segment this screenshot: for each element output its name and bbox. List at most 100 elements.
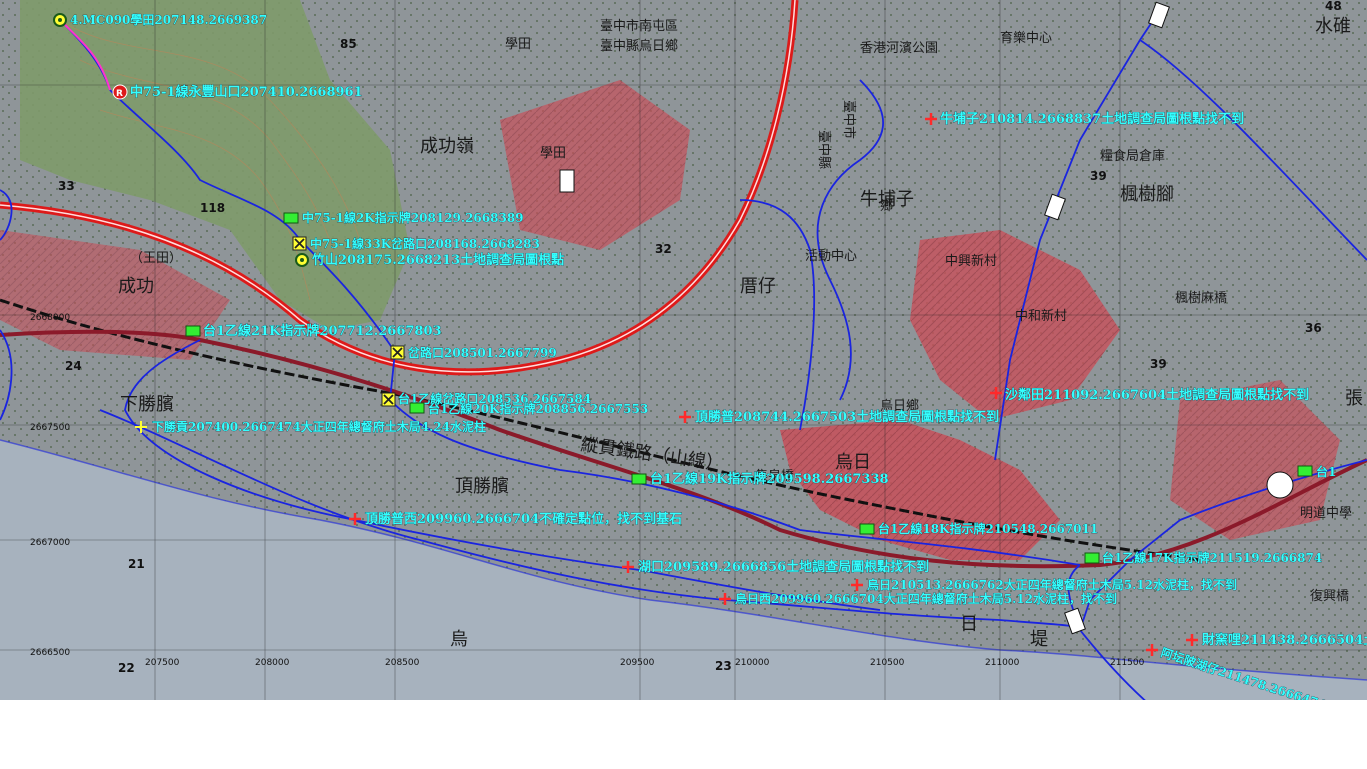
marker-label: 中75-1線永豐山口207410.2668961	[130, 84, 363, 100]
topo-yuxiu: 育樂中心	[1000, 30, 1052, 46]
topographic-map[interactable]: 學田 學田 成功嶺 成功 （王田） 厝仔 下勝臏 頂勝臏 烏日 牛埔子 縱貫鐵路…	[0, 0, 1367, 700]
topo-wu: 烏	[450, 629, 468, 650]
marker-mc090[interactable]: 4.MC090學田207148.2669387	[53, 12, 267, 27]
topo-nanqu: 臺中市南屯區	[600, 18, 678, 34]
svg-text:48: 48	[1325, 0, 1342, 13]
marker-mm-tai1-17[interactable]: 台1乙線17K指示牌211519.2666874	[1084, 550, 1323, 565]
topo-wuri-xiang-alt: 鄉	[880, 198, 893, 214]
topo-xuetian-mid: 學田	[540, 146, 566, 161]
milepost-icon	[1297, 465, 1313, 477]
svg-text:2666500: 2666500	[30, 648, 70, 658]
marker-zhushan[interactable]: 竹山208175.2668213土地調查局圖根點	[295, 252, 564, 268]
marker-x-chalu[interactable]: 岔路口208501.2667799	[390, 345, 557, 360]
marker-label: 竹山208175.2668213土地調查局圖根點	[311, 252, 564, 268]
marker-label: 頂勝普208744.2667503土地調查局圖根點找不到	[695, 409, 999, 425]
topo-xuetian-top: 學田	[505, 37, 531, 52]
milepost-icon	[409, 402, 425, 414]
svg-text:39: 39	[1150, 357, 1167, 371]
marker-niupu[interactable]: 牛埔子210814.2668837土地調查局圖根點找不到	[925, 111, 1244, 127]
marker-label: 烏日210513.2666762大正四年總督府土木局5.12水泥柱，找不到	[867, 577, 1237, 592]
marker-wuri-west[interactable]: 烏日西209960.2666704大正四年總督府土木局5.12水泥柱，找不到	[719, 591, 1117, 606]
marker-label: 台1乙線17K指示牌211519.2666874	[1102, 550, 1322, 565]
topo-xiashengpi: 下勝臏	[120, 394, 174, 415]
marker-xiashengpi[interactable]: 下勝貢207400.2667474大正四年總督府土木局4.24水泥柱	[135, 419, 486, 434]
topo-chenggong-ling: 成功嶺	[420, 136, 474, 157]
marker-label: 牛埔子210814.2668837土地調查局圖根點找不到	[940, 111, 1244, 127]
topo-wuri: 烏日	[835, 452, 871, 473]
topo-fengshujiao: 楓樹腳	[1120, 184, 1174, 205]
svg-text:24: 24	[65, 359, 82, 373]
marker-label: 台1	[1316, 464, 1336, 479]
svg-text:118: 118	[200, 201, 225, 215]
topo-taizhong-city: 臺中市	[841, 100, 857, 139]
marker-label: 中75-1線2K指示牌208129.2668389	[302, 210, 524, 225]
milepost-icon	[283, 212, 299, 224]
marker-label: 湖口209589.2666856土地調查局圖根點找不到	[638, 559, 929, 575]
marker-label: 4.MC090學田207148.2669387	[70, 12, 267, 27]
svg-text:36: 36	[1305, 321, 1322, 335]
svg-text:211500: 211500	[1110, 658, 1145, 668]
topo-fengshuqiao: 楓樹麻橋	[1175, 291, 1227, 306]
topo-shuibi: 水碓	[1315, 16, 1351, 37]
marker-mm-tai1-21[interactable]: 台1乙線21K指示牌207712.2667803	[185, 323, 442, 339]
marker-mm-tai1-20[interactable]: 台1乙線20K指示牌208856.2667553	[409, 401, 649, 416]
marker-label: 台1乙線20K指示牌208856.2667553	[428, 401, 648, 416]
topo-taizhong-county: 臺中縣	[816, 130, 831, 169]
svg-text:23: 23	[715, 659, 732, 673]
svg-text:2668000: 2668000	[30, 313, 70, 323]
marker-mm-tai1-19[interactable]: 台1乙線19K指示牌209598.2667338	[631, 471, 889, 487]
marker-mm75-1[interactable]: 中75-1線2K指示牌208129.2668389	[283, 210, 524, 225]
marker-r75-1[interactable]: R 中75-1線永豐山口207410.2668961	[112, 84, 363, 100]
topo-mingyuan: 明道中學	[1300, 506, 1352, 521]
topo-ri: 日	[960, 614, 978, 635]
marker-x75-1[interactable]: 中75-1線33K岔路口208168.2668283	[292, 236, 540, 251]
svg-text:39: 39	[1090, 169, 1107, 183]
topo-zhonghe: 中和新村	[1015, 308, 1067, 324]
marker-label: 烏日西209960.2666704大正四年總督府土木局5.12水泥柱，找不到	[735, 591, 1117, 606]
marker-label: 下勝貢207400.2667474大正四年總督府土木局4.24水泥柱	[152, 419, 486, 434]
topo-fushijie: 復興橋	[1310, 588, 1349, 604]
marker-label: 台1乙線21K指示牌207712.2667803	[203, 323, 442, 339]
marker-label: 頂勝普西209960.2666704不確定點位，找不到基石	[365, 511, 682, 527]
marker-shatian[interactable]: 沙鄰田211092.2667604土地調查局圖根點找不到	[990, 387, 1309, 403]
svg-text:210000: 210000	[735, 658, 770, 668]
marker-label: 台1乙線19K指示牌209598.2667338	[650, 471, 889, 487]
svg-text:209500: 209500	[620, 658, 655, 668]
svg-text:22: 22	[118, 661, 135, 675]
svg-text:R: R	[116, 89, 123, 99]
marker-mm-tai1-18[interactable]: 台1乙線18K指示牌210548.2667011	[859, 521, 1099, 536]
marker-hukou[interactable]: 湖口209589.2666856土地調查局圖根點找不到	[622, 559, 929, 575]
marker-dingshengpu-west[interactable]: 頂勝普西209960.2666704不確定點位，找不到基石	[349, 511, 682, 527]
marker-label: 沙鄰田211092.2667604土地調查局圖根點找不到	[1005, 387, 1309, 403]
svg-text:32: 32	[655, 242, 672, 256]
topo-changqiao: 張	[1345, 388, 1363, 409]
topo-huowan: 活動中心	[805, 249, 857, 264]
marker-wuri[interactable]: 烏日210513.2666762大正四年總督府土木局5.12水泥柱，找不到	[851, 577, 1237, 592]
marker-label: 財窯哩211438.2666504土	[1201, 632, 1367, 648]
topo-dingshengpi: 頂勝臏	[455, 476, 509, 497]
svg-text:85: 85	[340, 37, 357, 51]
highway-shield-icon	[559, 169, 575, 193]
svg-text:33: 33	[58, 179, 75, 193]
milepost-icon	[1084, 552, 1100, 564]
milepost-icon	[185, 325, 201, 337]
marker-label: 中75-1線33K岔路口208168.2668283	[310, 236, 540, 251]
svg-text:211000: 211000	[985, 658, 1020, 668]
topo-tu: 堤	[1030, 629, 1048, 650]
topo-wuri-south: 臺中縣烏日鄉	[600, 38, 678, 54]
topo-xiangshi: 香港河濱公園	[860, 41, 938, 56]
svg-text:208500: 208500	[385, 658, 420, 668]
svg-text:2667500: 2667500	[30, 423, 70, 433]
topo-cuozai: 厝仔	[740, 276, 776, 297]
svg-text:207500: 207500	[145, 658, 180, 668]
svg-text:210500: 210500	[870, 658, 905, 668]
marker-caiyaozi[interactable]: 財窯哩211438.2666504土	[1186, 632, 1367, 648]
roundabout-icon	[1266, 471, 1294, 499]
milepost-icon	[859, 523, 875, 535]
svg-text:2667000: 2667000	[30, 538, 70, 548]
topo-liangshi: 糧食局倉庫	[1100, 148, 1165, 164]
topo-chenggong: 成功	[118, 276, 154, 297]
svg-text:21: 21	[128, 557, 145, 571]
topo-wangtian: （王田）	[130, 251, 182, 266]
marker-dingshengpu[interactable]: 頂勝普208744.2667503土地調查局圖根點找不到	[679, 409, 999, 425]
